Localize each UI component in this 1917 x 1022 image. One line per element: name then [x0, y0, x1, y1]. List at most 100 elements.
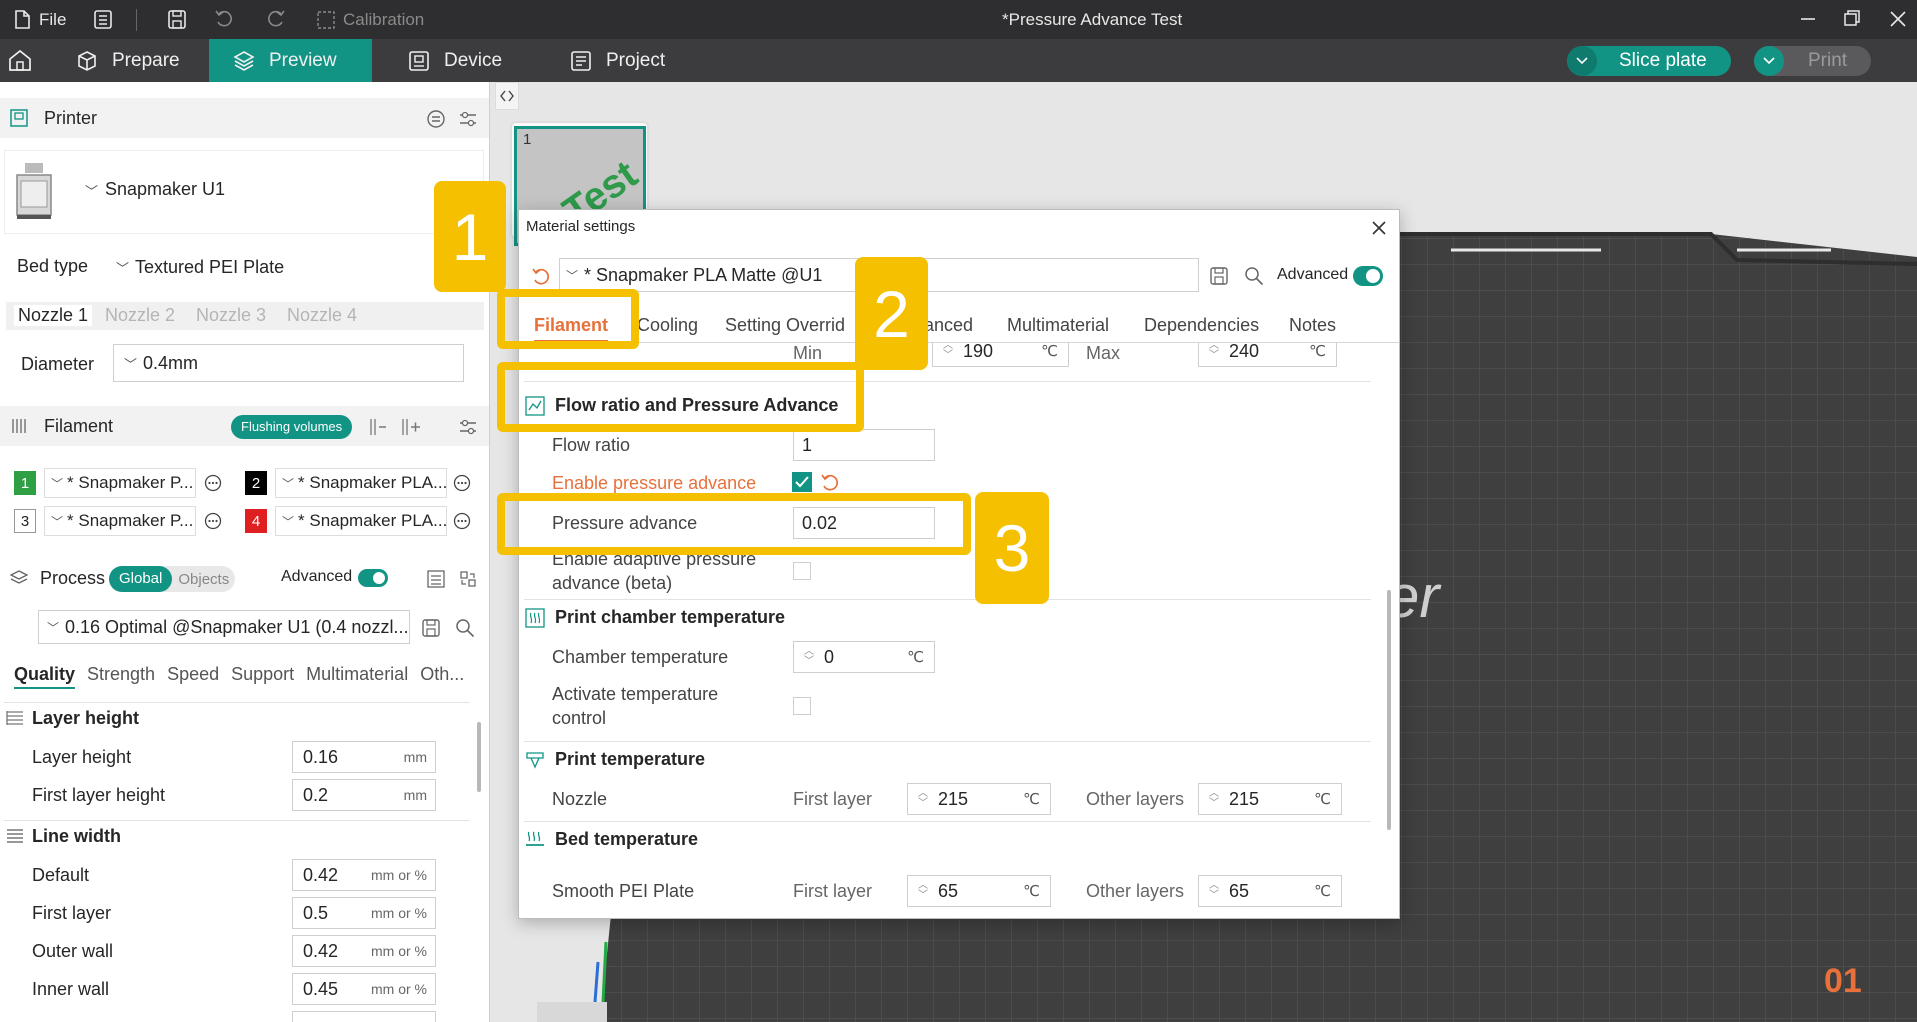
- print-button[interactable]: Print: [1754, 46, 1871, 76]
- tab-device[interactable]: Device: [384, 39, 544, 82]
- remove-filament-icon[interactable]: [368, 417, 388, 437]
- add-filament-icon[interactable]: [400, 417, 422, 437]
- save-preset-icon[interactable]: [1209, 266, 1229, 286]
- chamber-icon: [525, 607, 545, 628]
- enable-pressure-advance-checkbox[interactable]: [792, 472, 812, 492]
- process-preset-select[interactable]: ﹀ 0.16 Optimal @Snapmaker U1 (0.4 nozzl.…: [38, 610, 410, 644]
- sidebar-scrollbar[interactable]: [477, 722, 481, 792]
- line-width-first-layer-input[interactable]: 0.5 mm or %: [292, 897, 436, 929]
- filament-slot-2[interactable]: 2 ﹀ * Snapmaker PLA...: [245, 468, 471, 498]
- collapse-sidebar-button[interactable]: [495, 82, 519, 110]
- objects-option[interactable]: Objects: [172, 571, 229, 588]
- flushing-volumes-button[interactable]: Flushing volumes: [231, 415, 353, 439]
- bed-type-select[interactable]: ﹀ Textured PEI Plate: [106, 248, 446, 286]
- slot-number: 3: [14, 509, 36, 533]
- restore-icon[interactable]: [1844, 0, 1860, 39]
- file-menu[interactable]: File: [14, 0, 66, 39]
- calibration-menu[interactable]: Calibration: [317, 0, 424, 39]
- unit-label: ℃: [1023, 791, 1040, 808]
- line-width-outer-wall-input[interactable]: 0.42 mm or %: [292, 935, 436, 967]
- tab-multimaterial[interactable]: Multimaterial: [306, 664, 408, 689]
- tab-quality[interactable]: Quality: [14, 664, 76, 689]
- callout-1: 1: [434, 181, 506, 292]
- home-icon[interactable]: [8, 49, 32, 71]
- bed-other-layers-label: Other layers: [1086, 881, 1185, 901]
- temp-min-input[interactable]: ︿ ﹀ 190 ℃: [932, 343, 1069, 367]
- tab-project-label: Project: [606, 49, 666, 71]
- redo-icon[interactable]: [266, 0, 286, 39]
- tab-setting-overrides[interactable]: Setting Overrid: [725, 315, 845, 336]
- tab-preview[interactable]: Preview: [209, 39, 372, 82]
- temp-max-label: Max: [1086, 343, 1121, 363]
- close-icon[interactable]: [1371, 220, 1387, 236]
- search-icon[interactable]: [1244, 266, 1264, 286]
- bed-first-layer-input[interactable]: ︿ ﹀ 65 ℃: [907, 875, 1051, 907]
- tab-project[interactable]: Project: [546, 39, 706, 82]
- tab-advanced[interactable]: anced: [924, 315, 973, 336]
- search-icon[interactable]: [455, 618, 475, 638]
- chevron-down-icon: ﹀: [116, 260, 130, 276]
- more-options-icon[interactable]: [453, 474, 471, 492]
- reset-icon[interactable]: [820, 472, 840, 492]
- next-row-input[interactable]: [292, 1011, 436, 1022]
- tab-others[interactable]: Oth...: [420, 664, 464, 689]
- compare-icon[interactable]: [458, 569, 478, 589]
- printer-card[interactable]: ﹀ Snapmaker U1: [4, 150, 484, 234]
- list-icon[interactable]: [94, 0, 112, 39]
- slice-plate-button[interactable]: Slice plate: [1567, 46, 1731, 76]
- tab-support[interactable]: Support: [231, 664, 294, 689]
- process-list-icon[interactable]: [426, 569, 446, 589]
- diameter-select[interactable]: ﹀ 0.4mm: [113, 344, 464, 382]
- minimize-icon[interactable]: [1800, 0, 1816, 39]
- divider: [4, 702, 470, 703]
- adaptive-pa-checkbox[interactable]: [793, 562, 811, 580]
- save-preset-icon[interactable]: [421, 618, 441, 638]
- reset-icon[interactable]: [531, 266, 551, 286]
- global-objects-toggle[interactable]: Global Objects: [109, 566, 235, 592]
- more-options-icon[interactable]: [204, 512, 222, 530]
- chevron-down-icon[interactable]: [1567, 46, 1597, 76]
- tab-multimaterial[interactable]: Multimaterial: [1007, 315, 1109, 336]
- chevron-down-icon[interactable]: [1754, 46, 1784, 76]
- close-window-icon[interactable]: [1890, 0, 1906, 39]
- filament-slot-4[interactable]: 4 ﹀ * Snapmaker PLA...: [245, 506, 471, 536]
- checkmark-icon: [795, 476, 809, 488]
- layer-height-input[interactable]: 0.16 mm: [292, 741, 436, 773]
- tab-speed[interactable]: Speed: [167, 664, 219, 689]
- nozzle-first-layer-input[interactable]: ︿ ﹀ 215 ℃: [907, 783, 1051, 815]
- line-width-default-input[interactable]: 0.42 mm or %: [292, 859, 436, 891]
- global-option[interactable]: Global: [109, 566, 173, 592]
- tab-strength[interactable]: Strength: [87, 664, 155, 689]
- filament-slot-3[interactable]: 3 ﹀ * Snapmaker P...: [14, 506, 222, 536]
- project-icon: [571, 50, 591, 71]
- dialog-advanced-toggle[interactable]: [1353, 266, 1383, 286]
- tab-nozzle-3[interactable]: Nozzle 3: [196, 305, 266, 326]
- more-options-icon[interactable]: [204, 474, 222, 492]
- save-icon[interactable]: [168, 0, 186, 39]
- flow-ratio-input[interactable]: 1: [793, 429, 935, 461]
- nozzle-other-layers-input[interactable]: ︿ ﹀ 215 ℃: [1198, 783, 1342, 815]
- chamber-temp-input[interactable]: ︿ ﹀ 0 ℃: [793, 641, 935, 673]
- more-options-icon[interactable]: [453, 512, 471, 530]
- first-layer-height-input[interactable]: 0.2 mm: [292, 779, 436, 811]
- process-advanced-toggle[interactable]: [358, 569, 388, 587]
- tab-nozzle-2[interactable]: Nozzle 2: [105, 305, 175, 326]
- filament-slot-1[interactable]: 1 ﹀ * Snapmaker P...: [14, 468, 222, 498]
- printer-settings-icon[interactable]: [458, 109, 478, 129]
- chamber-temp-value: 0: [824, 646, 835, 667]
- temp-max-input[interactable]: ︿ ﹀ 240 ℃: [1198, 343, 1337, 367]
- tab-cooling[interactable]: Cooling: [637, 315, 698, 336]
- tab-dependencies[interactable]: Dependencies: [1144, 315, 1259, 336]
- line-width-inner-wall-input[interactable]: 0.45 mm or %: [292, 973, 436, 1005]
- preset-list-icon[interactable]: [426, 109, 446, 129]
- undo-icon[interactable]: [214, 0, 234, 39]
- tab-nozzle-1[interactable]: Nozzle 1: [14, 305, 93, 326]
- tab-notes[interactable]: Notes: [1289, 315, 1336, 336]
- tab-nozzle-4[interactable]: Nozzle 4: [287, 305, 357, 326]
- bed-other-layers-input[interactable]: ︿ ﹀ 65 ℃: [1198, 875, 1342, 907]
- filament-settings-icon[interactable]: [458, 417, 478, 437]
- dialog-scrollbar[interactable]: [1387, 590, 1391, 830]
- activate-temp-checkbox[interactable]: [793, 697, 811, 715]
- tab-prepare[interactable]: Prepare: [52, 39, 209, 82]
- callout-2: 2: [855, 257, 928, 370]
